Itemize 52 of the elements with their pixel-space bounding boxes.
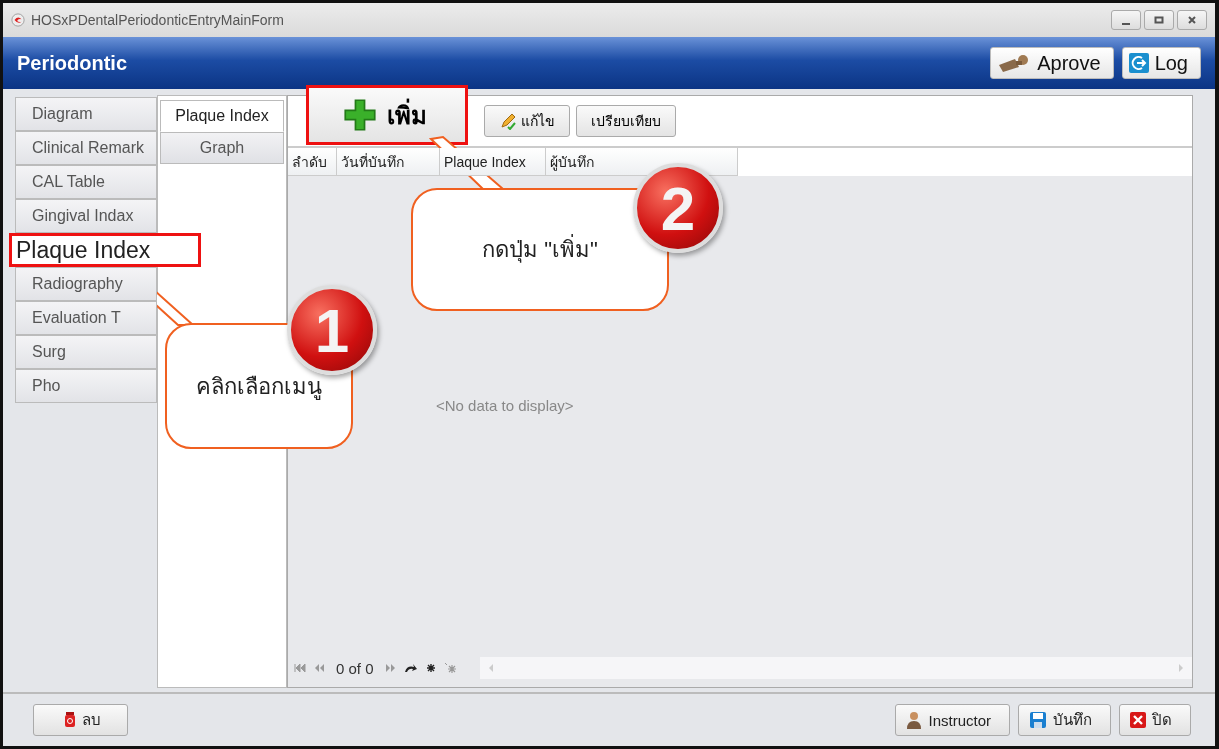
first-record-icon[interactable] <box>294 664 306 672</box>
menu-item[interactable]: Surg <box>15 335 157 369</box>
minimize-button[interactable] <box>1111 10 1141 30</box>
tab[interactable]: Plaque Index <box>160 100 284 132</box>
close-form-button[interactable]: ปิด <box>1119 704 1191 736</box>
next-page-icon[interactable] <box>385 664 396 672</box>
person-icon <box>906 711 923 729</box>
edit-button[interactable]: แก้ไข <box>484 105 570 137</box>
pencil-icon <box>499 112 517 130</box>
empty-message: <No data to display> <box>436 397 574 414</box>
close-icon <box>1186 14 1198 26</box>
menu-item[interactable]: Evaluation T <box>15 301 157 335</box>
callout-text: คลิกเลือกเมนู <box>196 372 322 402</box>
horizontal-scrollbar[interactable] <box>479 657 1192 679</box>
menu-item[interactable]: CAL Table <box>15 165 157 199</box>
previous-page-icon[interactable] <box>314 664 324 672</box>
tab[interactable]: Graph <box>160 132 284 164</box>
delete-button[interactable]: ลบ <box>33 704 128 736</box>
minimize-icon <box>1122 23 1130 25</box>
trash-icon <box>64 712 76 728</box>
form-title: Periodontic <box>17 51 127 75</box>
exit-icon <box>1128 53 1149 73</box>
menu-item[interactable]: Plaque Index <box>9 233 201 267</box>
refresh-icon[interactable] <box>403 663 418 673</box>
maximize-icon <box>1153 14 1165 26</box>
column-header[interactable]: Plaque Index <box>440 148 546 176</box>
plus-icon <box>343 98 377 132</box>
scroll-left-icon[interactable] <box>487 664 494 672</box>
add-button[interactable]: เพิ่ม <box>306 85 468 145</box>
asterisk-icon[interactable] <box>425 663 436 673</box>
save-button[interactable]: บันทึก <box>1018 704 1111 736</box>
record-position: 0 of 0 <box>336 659 374 677</box>
instructor-button[interactable]: Instructor <box>895 704 1010 736</box>
menu-item[interactable]: Radiography <box>15 267 157 301</box>
window-title: HOSxPDentalPeriodonticEntryMainForm <box>31 12 284 28</box>
app-logo-icon <box>11 13 25 27</box>
close-button[interactable] <box>1177 10 1207 30</box>
compare-button[interactable]: เปรียบเทียบ <box>576 105 676 137</box>
column-header[interactable]: ลำดับ <box>288 148 337 176</box>
menu-item[interactable]: Diagram <box>15 97 157 131</box>
log-button[interactable]: Log <box>1121 47 1201 79</box>
menu-item[interactable]: Clinical Remark <box>15 131 157 165</box>
maximize-button[interactable] <box>1144 10 1174 30</box>
column-header[interactable]: ผู้บันทึก <box>546 148 738 176</box>
save-icon <box>1029 711 1047 729</box>
close-icon <box>1130 712 1146 728</box>
column-header[interactable]: วันที่บันทึก <box>337 148 440 176</box>
approve-button[interactable]: Aprove <box>990 47 1114 79</box>
callout-text: กดปุ่ม "เพิ่ม" <box>482 232 598 267</box>
menu-item[interactable]: Pho <box>15 369 157 403</box>
scroll-right-icon[interactable] <box>1178 664 1184 672</box>
menu-item[interactable]: Gingival Indax <box>15 199 157 233</box>
